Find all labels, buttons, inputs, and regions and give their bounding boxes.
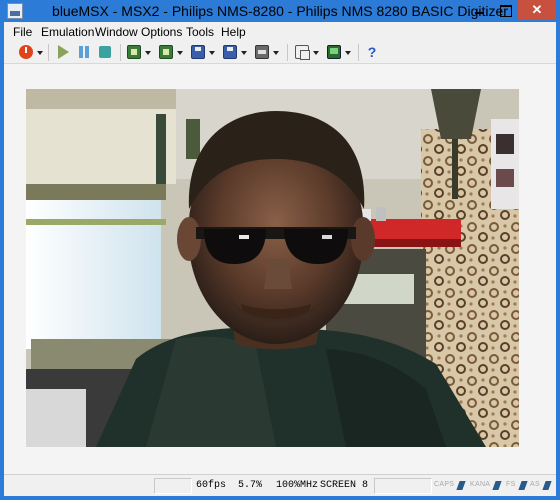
emulator-screen[interactable] — [26, 89, 519, 447]
cartridge-1-dropdown-icon[interactable] — [145, 51, 151, 55]
menu-tools[interactable]: Tools — [186, 25, 214, 39]
as-led-icon — [542, 481, 552, 490]
power-dropdown-icon[interactable] — [37, 51, 43, 55]
screen-mode-icon[interactable] — [327, 45, 341, 59]
disk-b-dropdown-icon[interactable] — [241, 51, 247, 55]
screen-mode-readout: SCREEN 8 — [320, 480, 369, 491]
toolbar-separator — [358, 44, 359, 61]
speed-readout: 100%MHz — [276, 480, 319, 491]
windows-dropdown-icon[interactable] — [313, 51, 319, 55]
menu-window[interactable]: Window — [95, 25, 138, 39]
play-icon[interactable] — [58, 45, 69, 59]
pause-icon[interactable] — [77, 45, 91, 59]
cartridge-1-icon[interactable] — [127, 45, 141, 59]
menu-emulation[interactable]: Emulation — [41, 25, 94, 39]
cassette-dropdown-icon[interactable] — [273, 51, 279, 55]
windows-icon[interactable] — [295, 45, 310, 60]
power-icon[interactable] — [19, 45, 33, 59]
disk-b-icon[interactable] — [223, 45, 237, 59]
cassette-icon[interactable] — [255, 45, 269, 59]
fs-led: FS — [506, 481, 516, 488]
fps-readout: 60fps — [196, 480, 227, 491]
minimize-icon[interactable] — [466, 0, 492, 20]
fs-led-icon — [518, 481, 528, 490]
disk-a-icon[interactable] — [191, 45, 205, 59]
close-icon[interactable] — [518, 0, 556, 20]
toolbar-separator — [287, 44, 288, 61]
cpu-usage-readout: 5.7% — [238, 480, 263, 491]
app-window: blueMSX - MSX2 - Philips NMS-8280 - Phil… — [0, 0, 560, 500]
kana-led: KANA — [470, 481, 491, 488]
status-bar: 60fps 5.7% 100%MHz SCREEN 8 CAPS KANA FS… — [4, 474, 556, 496]
caps-led-icon — [456, 481, 466, 490]
as-led: AS — [530, 481, 540, 488]
status-cell — [154, 478, 192, 494]
maximize-icon[interactable] — [492, 0, 518, 20]
kana-led-icon — [492, 481, 502, 490]
cartridge-2-dropdown-icon[interactable] — [177, 51, 183, 55]
stop-icon[interactable] — [99, 46, 111, 58]
disk-a-dropdown-icon[interactable] — [209, 51, 215, 55]
status-cell — [374, 478, 432, 494]
menu-file[interactable]: File — [13, 25, 32, 39]
screen-mode-dropdown-icon[interactable] — [345, 51, 351, 55]
menu-bar: File Emulation Window Options Tools Help — [4, 22, 556, 41]
toolbar-separator — [48, 44, 49, 61]
digitized-webcam-image — [26, 89, 519, 447]
toolbar: ? — [4, 41, 556, 64]
menu-help[interactable]: Help — [221, 25, 246, 39]
title-bar[interactable]: blueMSX - MSX2 - Philips NMS-8280 - Phil… — [0, 0, 560, 22]
cartridge-2-icon[interactable] — [159, 45, 173, 59]
emulator-screen-frame — [4, 64, 556, 474]
caps-led: CAPS — [434, 481, 455, 488]
help-icon[interactable]: ? — [365, 45, 379, 59]
toolbar-separator — [120, 44, 121, 61]
menu-options[interactable]: Options — [141, 25, 182, 39]
